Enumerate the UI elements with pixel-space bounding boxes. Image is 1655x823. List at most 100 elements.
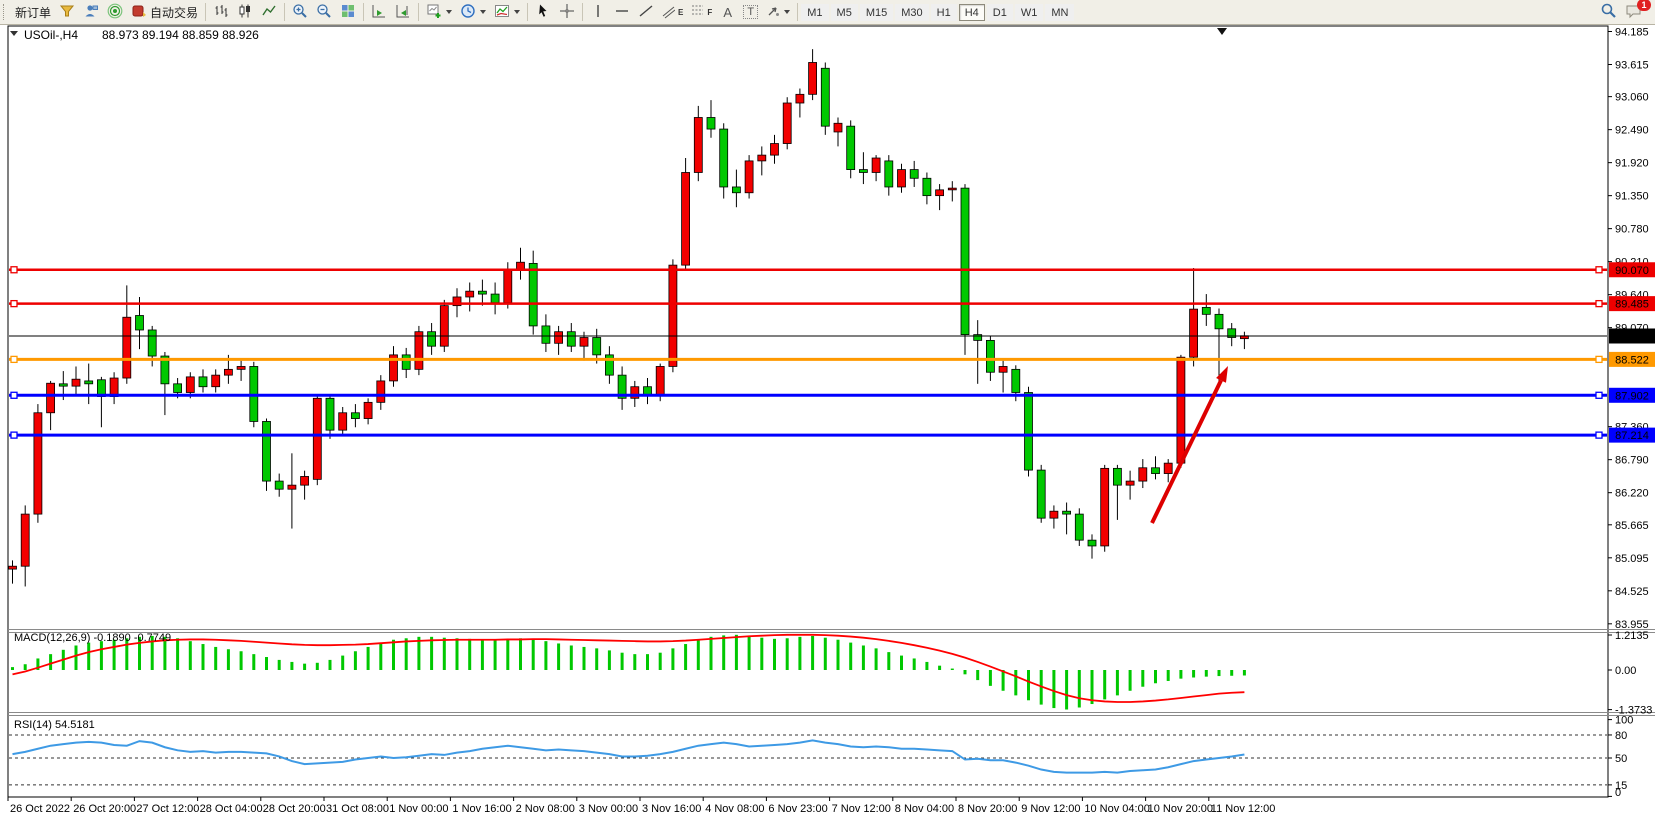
candle-bearish <box>428 332 436 346</box>
candlestick-mode-button[interactable] <box>233 2 257 23</box>
macd-histogram-bar <box>11 667 14 670</box>
macd-histogram-bar <box>1103 670 1106 699</box>
hline-handle[interactable] <box>11 432 17 438</box>
market-watch-button[interactable] <box>55 2 79 23</box>
cursor-tool-button[interactable] <box>531 2 555 23</box>
candle-bearish <box>1152 468 1160 474</box>
candle-bullish <box>415 332 423 370</box>
candle-bearish <box>974 335 982 341</box>
time-tick-label: 10 Nov 04:00 <box>1084 803 1149 815</box>
candlestick-icon <box>237 3 253 22</box>
text-label-tool-label: T <box>743 5 758 19</box>
macd-histogram-bar <box>214 647 217 670</box>
macd-histogram-bar <box>430 637 433 670</box>
macd-histogram-bar <box>1116 670 1119 695</box>
macd-histogram-bar <box>379 643 382 670</box>
toolbar-separator <box>284 3 285 21</box>
text-tool-button[interactable]: A <box>716 2 739 23</box>
hline-handle[interactable] <box>1596 301 1602 307</box>
timeframe-W1[interactable]: W1 <box>1015 4 1044 21</box>
chart-window[interactable]: 94.18593.61593.06092.49091.92091.35090.7… <box>0 0 1655 823</box>
macd-histogram-bar <box>519 638 522 670</box>
indicators-menu-button[interactable] <box>490 2 524 23</box>
macd-histogram-bar <box>608 650 611 670</box>
person-icon <box>83 3 99 22</box>
hline-handle[interactable] <box>11 301 17 307</box>
macd-histogram-bar <box>824 638 827 670</box>
channel-tool-button[interactable]: E <box>658 2 687 23</box>
candle-bearish <box>847 126 855 169</box>
candle-bullish <box>809 62 817 94</box>
arrows-tool-icon <box>766 3 780 22</box>
price-label-89.485: 89.485 <box>1609 296 1655 311</box>
hline-handle[interactable] <box>11 356 17 362</box>
price-tick-label: 86.790 <box>1615 455 1649 467</box>
candle-bullish <box>504 269 512 303</box>
arrows-tool-button[interactable] <box>762 2 794 23</box>
zoom-out-button[interactable] <box>312 2 336 23</box>
auto-scroll-button[interactable] <box>367 2 391 23</box>
candle-bearish <box>174 384 182 393</box>
timeframes-menu-button[interactable] <box>456 2 490 23</box>
fibonacci-tool-button[interactable]: F <box>687 2 716 23</box>
hline-handle[interactable] <box>1596 392 1602 398</box>
vline-tool-button[interactable] <box>586 2 610 23</box>
trendline-tool-button[interactable] <box>634 2 658 23</box>
candle-bullish <box>339 413 347 430</box>
hline-handle[interactable] <box>1596 432 1602 438</box>
text-label-tool-button[interactable]: T <box>739 2 762 23</box>
chart-plot-area[interactable] <box>8 26 1608 797</box>
zoom-in-button[interactable] <box>288 2 312 23</box>
timeframe-M1[interactable]: M1 <box>801 4 828 21</box>
notifications-button[interactable]: 1 <box>1621 2 1647 23</box>
macd-histogram-bar <box>24 664 27 670</box>
bar-chart-icon <box>213 3 229 22</box>
price-tick-label: 91.920 <box>1615 158 1649 170</box>
price-tick-label: 91.350 <box>1615 191 1649 203</box>
line-chart-mode-button[interactable] <box>257 2 281 23</box>
signal-button[interactable] <box>103 2 127 23</box>
timeframe-M30[interactable]: M30 <box>895 4 928 21</box>
macd-histogram-bar <box>113 640 116 670</box>
macd-histogram-bar <box>684 644 687 670</box>
time-axis[interactable]: 26 Oct 202226 Oct 20:0027 Oct 12:0028 Oc… <box>8 797 1275 815</box>
timeframe-M5[interactable]: M5 <box>831 4 858 21</box>
hline-tool-button[interactable] <box>610 2 634 23</box>
candle-bearish <box>961 188 969 334</box>
new-order-button[interactable]: 新订单 <box>11 2 55 23</box>
macd-histogram-bar <box>900 656 903 670</box>
hline-handle[interactable] <box>1596 356 1602 362</box>
vertical-line-icon <box>590 3 606 22</box>
timeframe-MN[interactable]: MN <box>1045 4 1074 21</box>
funnel-icon <box>59 3 75 22</box>
macd-histogram-bar <box>100 641 103 670</box>
bar-chart-mode-button[interactable] <box>209 2 233 23</box>
terminal-button[interactable] <box>79 2 103 23</box>
chart-shift-button[interactable] <box>391 2 415 23</box>
candle-bullish <box>1126 481 1134 485</box>
new-chart-button[interactable] <box>422 2 456 23</box>
hline-handle[interactable] <box>1596 267 1602 273</box>
tile-windows-button[interactable] <box>336 2 360 23</box>
candle-bullish <box>669 265 677 366</box>
search-button[interactable] <box>1596 2 1621 23</box>
candle-bullish <box>796 94 804 103</box>
time-tick-label: 1 Nov 16:00 <box>452 803 511 815</box>
macd-histogram-bar <box>1002 670 1005 691</box>
hline-handle[interactable] <box>11 267 17 273</box>
fibonacci-badge: F <box>707 8 712 17</box>
timeframe-M15[interactable]: M15 <box>860 4 893 21</box>
candle-bullish <box>34 413 42 514</box>
time-tick-label: 4 Nov 08:00 <box>705 803 764 815</box>
timeframe-H1[interactable]: H1 <box>931 4 957 21</box>
timeframe-H4[interactable]: H4 <box>959 4 985 21</box>
auto-trading-button[interactable]: 自动交易 <box>127 2 202 23</box>
hline-handle[interactable] <box>11 392 17 398</box>
timeframe-D1[interactable]: D1 <box>987 4 1013 21</box>
macd-histogram-bar <box>532 639 535 670</box>
crosshair-tool-button[interactable] <box>555 2 579 23</box>
main-toolbar: 新订单 自动交易 <box>0 0 1655 25</box>
macd-histogram-bar <box>278 660 281 670</box>
candle-bearish <box>923 178 931 195</box>
svg-text:89.485: 89.485 <box>1615 299 1649 311</box>
